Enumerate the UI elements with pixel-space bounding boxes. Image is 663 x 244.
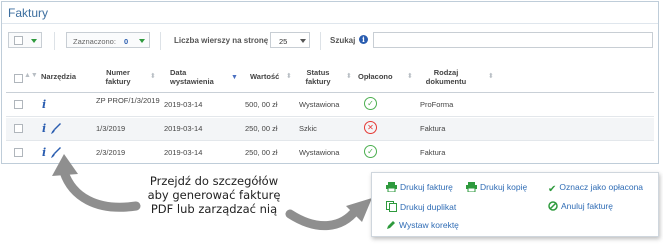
printer-icon (466, 182, 477, 192)
print-copy-button[interactable]: Drukuj kopię (466, 182, 527, 192)
hint-line: PDF lub zarządzać nią (150, 202, 278, 216)
hint-line: Przejdź do szczegółów (149, 174, 279, 188)
print-copy-label: Drukuj kopię (480, 182, 528, 192)
print-invoice-label: Drukuj fakturę (400, 182, 453, 192)
printer-icon (386, 182, 397, 192)
print-invoice-button[interactable]: Drukuj fakturę (386, 182, 453, 192)
hint-note: Przejdź do szczegółów aby generować fakt… (136, 174, 292, 216)
hint-line: aby generować fakturę (147, 188, 281, 202)
cancel-invoice-label: Anuluj fakturę (561, 201, 613, 211)
invoice-actions-box: Drukuj fakturę Drukuj kopię ✔ Oznacz jako… (371, 172, 659, 237)
issue-correction-button[interactable]: Wystaw korektę (386, 220, 459, 230)
print-duplicate-button[interactable]: Drukuj duplikat (386, 201, 456, 212)
mark-paid-button[interactable]: ✔ Oznacz jako opłacona (548, 182, 643, 195)
check-icon: ✔ (548, 184, 557, 195)
cancel-invoice-button[interactable]: Anuluj fakturę (548, 201, 613, 211)
copy-icon (386, 201, 397, 212)
mark-paid-label: Oznacz jako opłacona (559, 182, 644, 192)
pencil-icon (387, 221, 395, 229)
issue-correction-label: Wystaw korektę (399, 220, 459, 230)
ban-icon (548, 201, 558, 211)
print-duplicate-label: Drukuj duplikat (400, 202, 457, 212)
